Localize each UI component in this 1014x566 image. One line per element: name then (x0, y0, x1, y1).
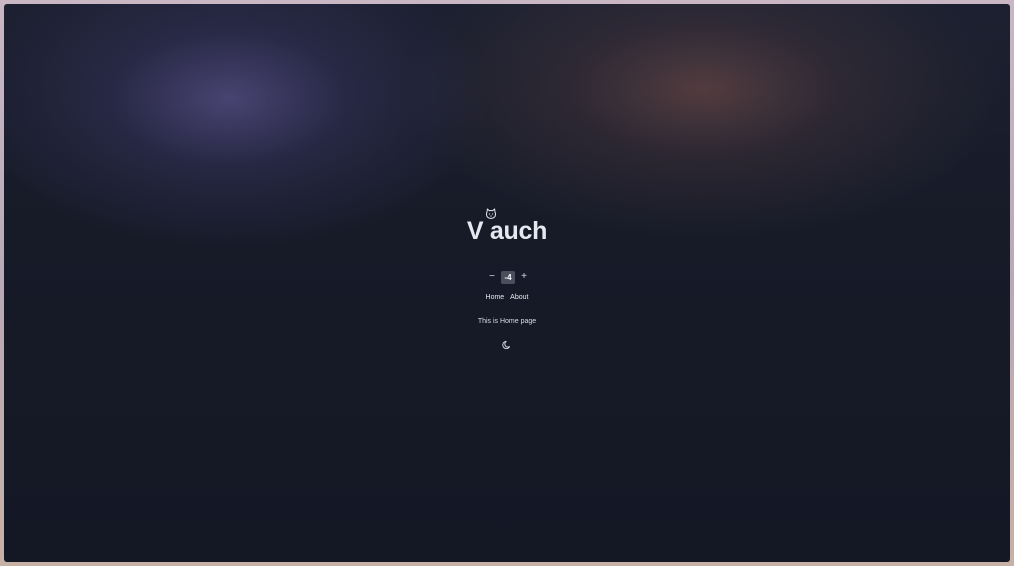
app-root: V auch − -4 + Home About This is Home pa… (4, 4, 1010, 562)
counter: − -4 + (485, 270, 531, 284)
app-title: V auch (466, 217, 548, 245)
nav-link-home[interactable]: Home (486, 294, 505, 301)
moon-icon[interactable] (502, 337, 512, 350)
browser-viewport: V auch − -4 + Home About This is Home pa… (4, 4, 1010, 562)
increment-button[interactable]: + (517, 270, 531, 284)
page-content-text: This is Home page (477, 318, 537, 325)
main-nav: Home About (4, 294, 1010, 301)
nav-link-about[interactable]: About (510, 294, 528, 301)
decrement-button[interactable]: − (485, 270, 499, 284)
counter-value: -4 (501, 270, 515, 284)
